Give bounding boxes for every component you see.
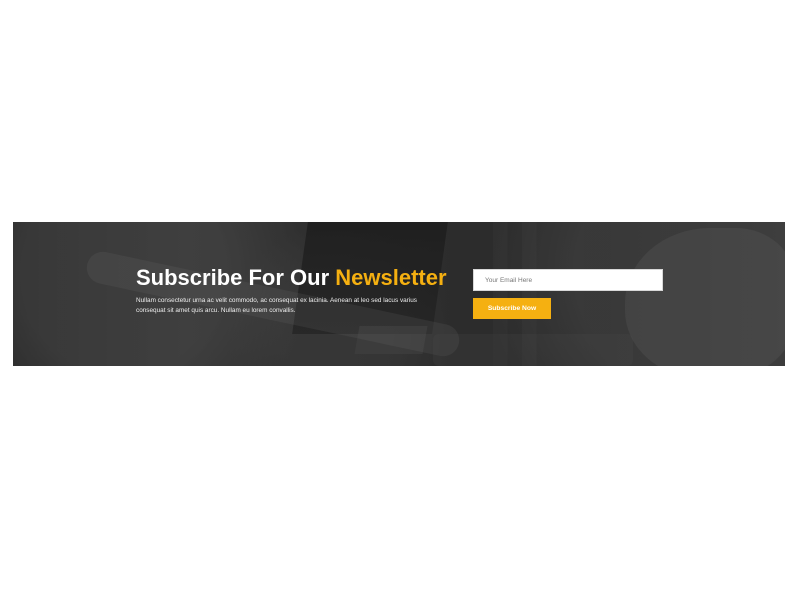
email-input[interactable] xyxy=(473,269,663,291)
newsletter-banner: Subscribe For Our Newsletter Nullam cons… xyxy=(13,222,785,366)
newsletter-description: Nullam consectetur urna ac velit commodo… xyxy=(136,297,417,314)
newsletter-title-prefix: Subscribe For Our xyxy=(136,265,330,290)
newsletter-content: Subscribe For Our Newsletter Nullam cons… xyxy=(13,222,785,366)
newsletter-title-accent: Newsletter xyxy=(335,265,447,290)
newsletter-title: Subscribe For Our Newsletter xyxy=(136,265,447,291)
subscribe-button[interactable]: Subscribe Now xyxy=(473,298,551,319)
page: Subscribe For Our Newsletter Nullam cons… xyxy=(0,0,800,600)
